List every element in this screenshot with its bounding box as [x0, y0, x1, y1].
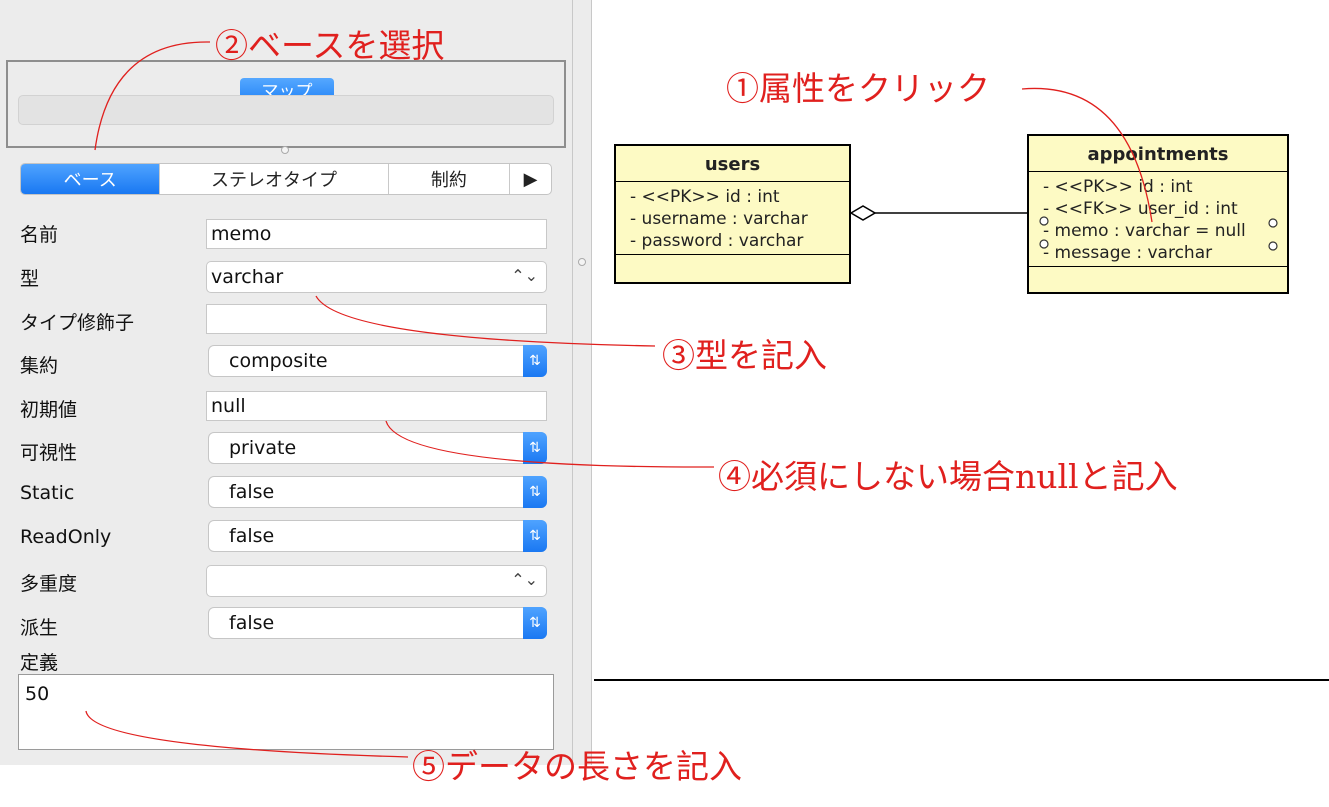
- annotation-step2: ②ベースを選択: [215, 26, 445, 65]
- select-arrows-icon: ⇅: [523, 345, 547, 377]
- static-label: Static: [20, 482, 75, 504]
- visibility-value: private: [229, 437, 297, 459]
- select-arrows-icon: ⇅: [523, 607, 547, 639]
- aggregation-diamond-icon: [849, 205, 877, 221]
- aggregation-label: 集約: [20, 355, 59, 377]
- definition-label: 定義: [20, 652, 59, 674]
- readonly-select[interactable]: false ⇅: [208, 520, 547, 552]
- annotation-step4: ④必須にしない場合nullと記入: [718, 450, 1178, 498]
- select-arrows-icon: ⇅: [523, 476, 547, 508]
- map-field[interactable]: [18, 95, 554, 125]
- select-arrows-icon: ⇅: [523, 432, 547, 464]
- annotation-step4-null: null: [1015, 457, 1079, 496]
- select-arrows-icon: ⇅: [523, 520, 547, 552]
- multiplicity-combo[interactable]: ⌃⌄: [206, 565, 547, 597]
- attribute[interactable]: - message : varchar: [1043, 242, 1287, 264]
- splitter-handle-icon[interactable]: [578, 258, 586, 266]
- type-combo[interactable]: varchar ⌃⌄: [206, 261, 547, 293]
- splitter-handle-icon[interactable]: [281, 146, 289, 154]
- attribute-selected[interactable]: - memo : varchar = null: [1043, 220, 1287, 242]
- tab-base[interactable]: ベース: [21, 164, 161, 194]
- class-name: users: [616, 146, 849, 182]
- annotation-step3: ③型を記入: [662, 336, 827, 375]
- diagram-divider: [594, 679, 1329, 681]
- type-label: 型: [20, 268, 40, 290]
- name-input[interactable]: memo: [206, 219, 547, 249]
- annotation-step4-post: と記入: [1078, 457, 1178, 496]
- annotation-step5: ⑤データの長さを記入: [412, 747, 742, 786]
- tab-constraint[interactable]: 制約: [389, 164, 511, 194]
- aggregation-value: composite: [229, 350, 328, 372]
- property-panel: マップ ベース ステレオタイプ 制約 ▶ 名前 memo 型 varchar ⌃…: [0, 0, 572, 765]
- readonly-value: false: [229, 525, 275, 547]
- class-appointments[interactable]: appointments - <<PK>> id : int - <<FK>> …: [1027, 134, 1289, 294]
- attribute[interactable]: - <<FK>> user_id : int: [1043, 198, 1287, 220]
- initial-value-input[interactable]: null: [206, 391, 547, 421]
- derived-value: false: [229, 612, 275, 634]
- attribute[interactable]: - <<PK>> id : int: [630, 186, 849, 208]
- map-section: マップ: [6, 60, 566, 148]
- derived-label: 派生: [20, 617, 59, 639]
- type-modifier-input[interactable]: [206, 304, 547, 334]
- updown-arrow-icon: ⌃⌄: [511, 570, 538, 589]
- annotation-step4-pre: ④必須にしない場合: [718, 457, 1015, 496]
- static-value: false: [229, 481, 275, 503]
- initial-value-label: 初期値: [20, 399, 78, 421]
- type-modifier-label: タイプ修飾子: [20, 312, 135, 334]
- readonly-label: ReadOnly: [20, 526, 112, 548]
- attribute-list: - <<PK>> id : int - username : varchar -…: [616, 182, 849, 255]
- static-select[interactable]: false ⇅: [208, 476, 547, 508]
- vertical-splitter[interactable]: [572, 0, 592, 765]
- attribute[interactable]: - password : varchar: [630, 230, 849, 252]
- visibility-label: 可視性: [20, 442, 78, 464]
- attribute[interactable]: - username : varchar: [630, 208, 849, 230]
- class-users[interactable]: users - <<PK>> id : int - username : var…: [614, 144, 851, 284]
- tab-bar: ベース ステレオタイプ 制約 ▶: [20, 163, 552, 195]
- name-label: 名前: [20, 224, 59, 246]
- annotation-step1: ①属性をクリック: [726, 69, 990, 108]
- tab-more-arrow-icon[interactable]: ▶: [510, 164, 551, 194]
- definition-textarea[interactable]: 50: [18, 674, 554, 750]
- updown-arrow-icon: ⌃⌄: [511, 266, 538, 285]
- attribute-list: - <<PK>> id : int - <<FK>> user_id : int…: [1029, 172, 1287, 267]
- derived-select[interactable]: false ⇅: [208, 607, 547, 639]
- multiplicity-label: 多重度: [20, 573, 78, 595]
- aggregation-select[interactable]: composite ⇅: [208, 345, 547, 377]
- visibility-select[interactable]: private ⇅: [208, 432, 547, 464]
- class-name: appointments: [1029, 136, 1287, 172]
- type-value: varchar: [211, 266, 284, 288]
- tab-stereotype[interactable]: ステレオタイプ: [160, 164, 389, 194]
- attribute[interactable]: - <<PK>> id : int: [1043, 176, 1287, 198]
